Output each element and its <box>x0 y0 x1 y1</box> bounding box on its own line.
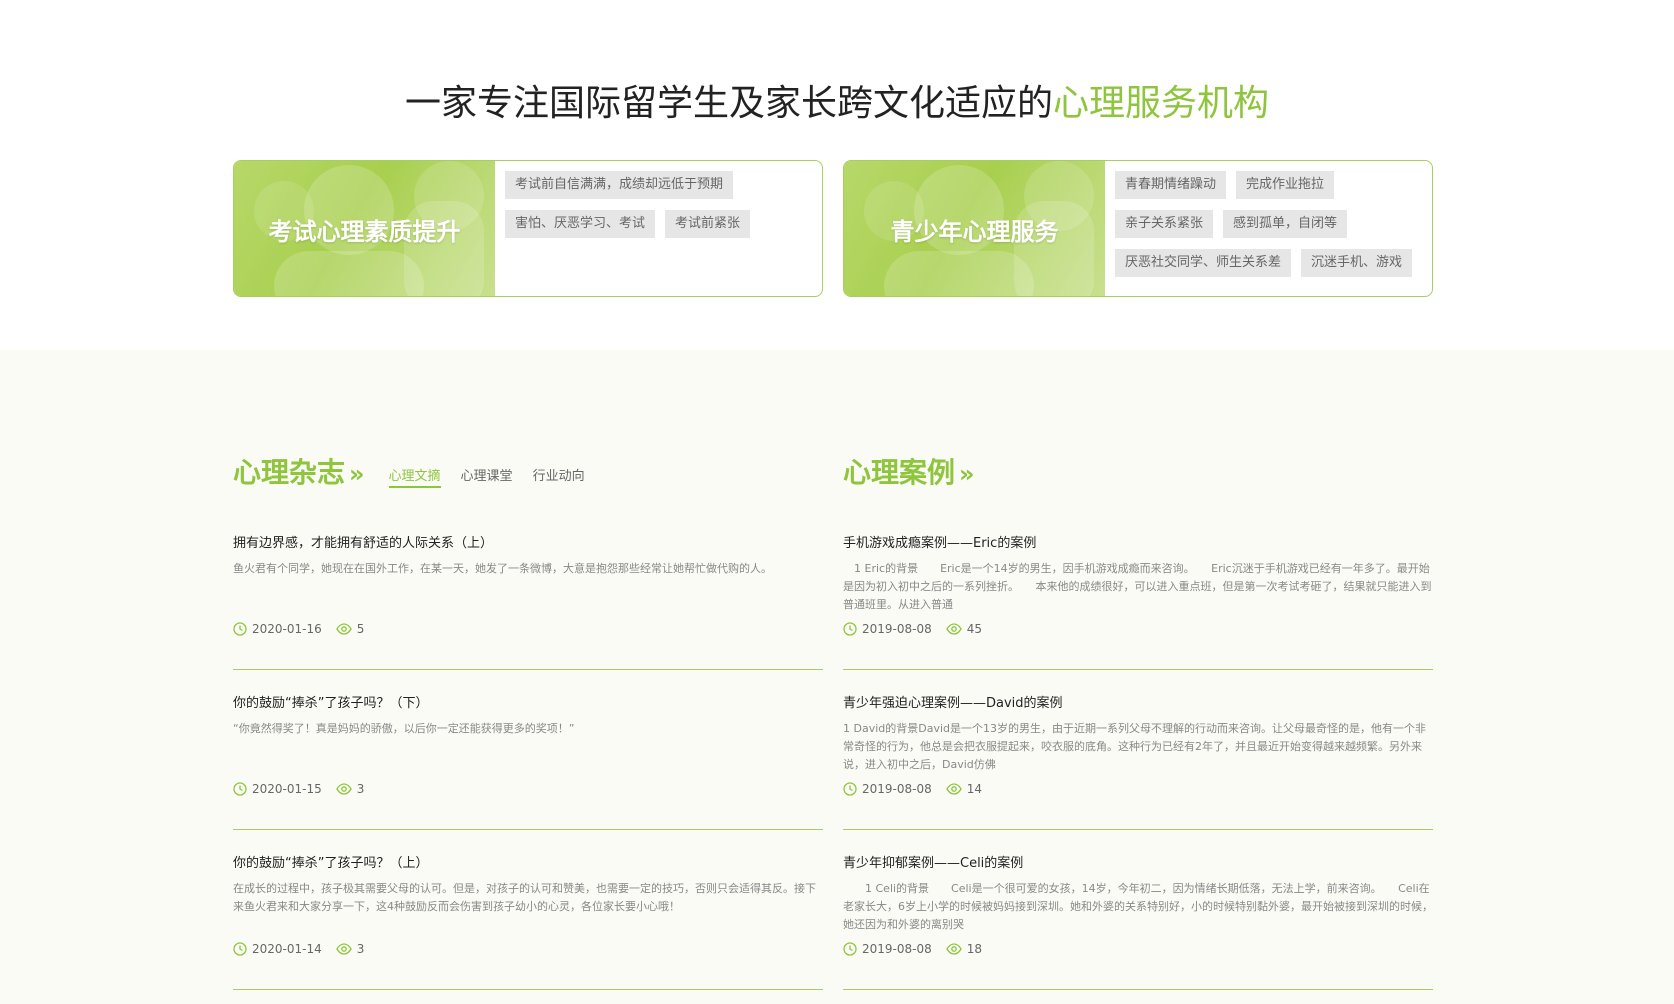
headline-accent: 心理服务机构 <box>1053 83 1270 124</box>
youth-card-title[interactable]: 青少年心理服务 <box>844 161 1105 296</box>
eye-icon <box>336 943 352 955</box>
case-views: 45 <box>966 622 983 636</box>
content-section: 心理杂志» 心理文摘 心理课堂 行业动向 拥有边界感，才能拥有舒适的人际关系（上… <box>0 350 1674 1004</box>
youth-tag[interactable]: 亲子关系紧张 <box>1115 210 1214 238</box>
double-chevron-right-icon: » <box>959 460 975 488</box>
case-summary: 1 David的背景David是一个13岁的男生，由于近期一系列父母不理解的行动… <box>843 722 1427 771</box>
article-title[interactable]: 你的鼓励“捧杀”了孩子吗？（下） <box>233 692 428 711</box>
magazine-article-list: 拥有边界感，才能拥有舒适的人际关系（上） 鱼火君有个同学，她现在在国外工作，在某… <box>233 510 823 990</box>
article-views: 3 <box>356 782 365 796</box>
youth-tag[interactable]: 完成作业拖拉 <box>1236 171 1335 199</box>
case-date: 2019-08-08 <box>862 942 932 956</box>
headline-prefix: 一家专注国际留学生及家长跨文化适应的 <box>404 83 1053 124</box>
case-title[interactable]: 青少年强迫心理案例——David的案例 <box>843 692 1063 711</box>
cases-title-text: 心理案例 <box>843 456 956 489</box>
eye-icon <box>336 623 352 635</box>
case-summary: 1 Eric的背景 Eric是一个14岁的男生，因手机游戏成瘾而来咨询。 Eri… <box>843 562 1432 611</box>
article-views: 5 <box>356 622 365 636</box>
exam-tags: 考试前自信满满，成绩却远低于预期 害怕、厌恶学习、考试 考试前紧张 <box>505 171 814 238</box>
article-title[interactable]: 你的鼓励“捧杀”了孩子吗？（上） <box>233 852 428 871</box>
double-chevron-right-icon: » <box>349 460 365 488</box>
article-item[interactable]: 你的鼓励“捧杀”了孩子吗？（上） 在成长的过程中，孩子极其需要父母的认可。但是，… <box>233 830 823 990</box>
article-item[interactable]: 拥有边界感，才能拥有舒适的人际关系（上） 鱼火君有个同学，她现在在国外工作，在某… <box>233 510 823 670</box>
magazine-title[interactable]: 心理杂志» <box>233 457 365 490</box>
clock-icon <box>233 782 247 796</box>
exam-card-title[interactable]: 考试心理素质提升 <box>234 161 495 296</box>
case-summary: 1 Celi的背景 Celi是一个很可爱的女孩，14岁，今年初二，因为情绪长期低… <box>843 882 1433 931</box>
eye-icon <box>946 783 962 795</box>
article-title[interactable]: 拥有边界感，才能拥有舒适的人际关系（上） <box>233 532 493 551</box>
article-date: 2020-01-14 <box>252 942 322 956</box>
case-views: 18 <box>966 942 983 956</box>
intro-section: 一家专注国际留学生及家长跨文化适应的心理服务机构 考试心理素质提升 考试前自信满… <box>0 0 1674 350</box>
case-meta: 2019-08-08 14 <box>843 782 982 796</box>
cases-article-list: 手机游戏成瘾案例——Eric的案例 1 Eric的背景 Eric是一个14岁的男… <box>843 510 1433 990</box>
clock-icon <box>843 782 857 796</box>
article-meta: 2020-01-16 5 <box>233 622 364 636</box>
article-summary: “你竟然得奖了！真是妈妈的骄傲，以后你一定还能获得更多的奖项！” <box>233 722 575 735</box>
exam-tag[interactable]: 考试前紧张 <box>665 210 751 238</box>
tab-industry-news[interactable]: 行业动向 <box>533 465 585 488</box>
tab-psych-class[interactable]: 心理课堂 <box>461 465 513 488</box>
youth-tags: 青春期情绪躁动 完成作业拖拉 亲子关系紧张 感到孤单，自闭等 厌恶社交同学、师生… <box>1115 171 1424 277</box>
page-headline: 一家专注国际留学生及家长跨文化适应的心理服务机构 <box>0 74 1674 126</box>
case-item[interactable]: 青少年强迫心理案例——David的案例 1 David的背景David是一个13… <box>843 670 1433 830</box>
article-summary: 在成长的过程中，孩子极其需要父母的认可。但是，对孩子的认可和赞美，也需要一定的技… <box>233 882 816 913</box>
case-views: 14 <box>966 782 983 796</box>
case-date: 2019-08-08 <box>862 782 932 796</box>
case-meta: 2019-08-08 18 <box>843 942 982 956</box>
clock-icon <box>233 622 247 636</box>
clock-icon <box>843 942 857 956</box>
magazine-column: 心理杂志» 心理文摘 心理课堂 行业动向 拥有边界感，才能拥有舒适的人际关系（上… <box>233 450 823 990</box>
service-card-exam[interactable]: 考试心理素质提升 考试前自信满满，成绩却远低于预期 害怕、厌恶学习、考试 考试前… <box>233 160 823 297</box>
cases-column: 心理案例» 手机游戏成瘾案例——Eric的案例 1 Eric的背景 Eric是一… <box>843 450 1433 990</box>
youth-tag[interactable]: 厌恶社交同学、师生关系差 <box>1115 249 1292 277</box>
magazine-header: 心理杂志» 心理文摘 心理课堂 行业动向 <box>233 450 823 490</box>
youth-tag[interactable]: 沉迷手机、游戏 <box>1301 249 1413 277</box>
eye-icon <box>946 943 962 955</box>
case-title[interactable]: 手机游戏成瘾案例——Eric的案例 <box>843 532 1036 551</box>
service-card-youth[interactable]: 青少年心理服务 青春期情绪躁动 完成作业拖拉 亲子关系紧张 感到孤单，自闭等 厌… <box>843 160 1433 297</box>
clock-icon <box>843 622 857 636</box>
article-views: 3 <box>356 942 365 956</box>
eye-icon <box>336 783 352 795</box>
article-meta: 2020-01-15 3 <box>233 782 364 796</box>
case-meta: 2019-08-08 45 <box>843 622 982 636</box>
magazine-title-text: 心理杂志 <box>233 456 346 489</box>
youth-tag[interactable]: 青春期情绪躁动 <box>1115 171 1227 199</box>
magazine-tabs: 心理文摘 心理课堂 行业动向 <box>388 465 605 488</box>
cases-header: 心理案例» <box>843 450 1433 490</box>
article-date: 2020-01-15 <box>252 782 322 796</box>
article-summary: 鱼火君有个同学，她现在在国外工作，在某一天，她发了一条微博，大意是抱怨那些经常让… <box>233 562 772 575</box>
article-meta: 2020-01-14 3 <box>233 942 364 956</box>
case-item[interactable]: 青少年抑郁案例——Celi的案例 1 Celi的背景 Celi是一个很可爱的女孩… <box>843 830 1433 990</box>
tab-psych-digest[interactable]: 心理文摘 <box>388 465 441 488</box>
article-item[interactable]: 你的鼓励“捧杀”了孩子吗？（下） “你竟然得奖了！真是妈妈的骄傲，以后你一定还能… <box>233 670 823 830</box>
exam-tag[interactable]: 害怕、厌恶学习、考试 <box>505 210 656 238</box>
case-title[interactable]: 青少年抑郁案例——Celi的案例 <box>843 852 1023 871</box>
case-item[interactable]: 手机游戏成瘾案例——Eric的案例 1 Eric的背景 Eric是一个14岁的男… <box>843 510 1433 670</box>
exam-tag[interactable]: 考试前自信满满，成绩却远低于预期 <box>505 171 734 199</box>
clock-icon <box>233 942 247 956</box>
eye-icon <box>946 623 962 635</box>
article-date: 2020-01-16 <box>252 622 322 636</box>
youth-tag[interactable]: 感到孤单，自闭等 <box>1223 210 1348 238</box>
case-date: 2019-08-08 <box>862 622 932 636</box>
cases-title[interactable]: 心理案例» <box>843 457 975 490</box>
